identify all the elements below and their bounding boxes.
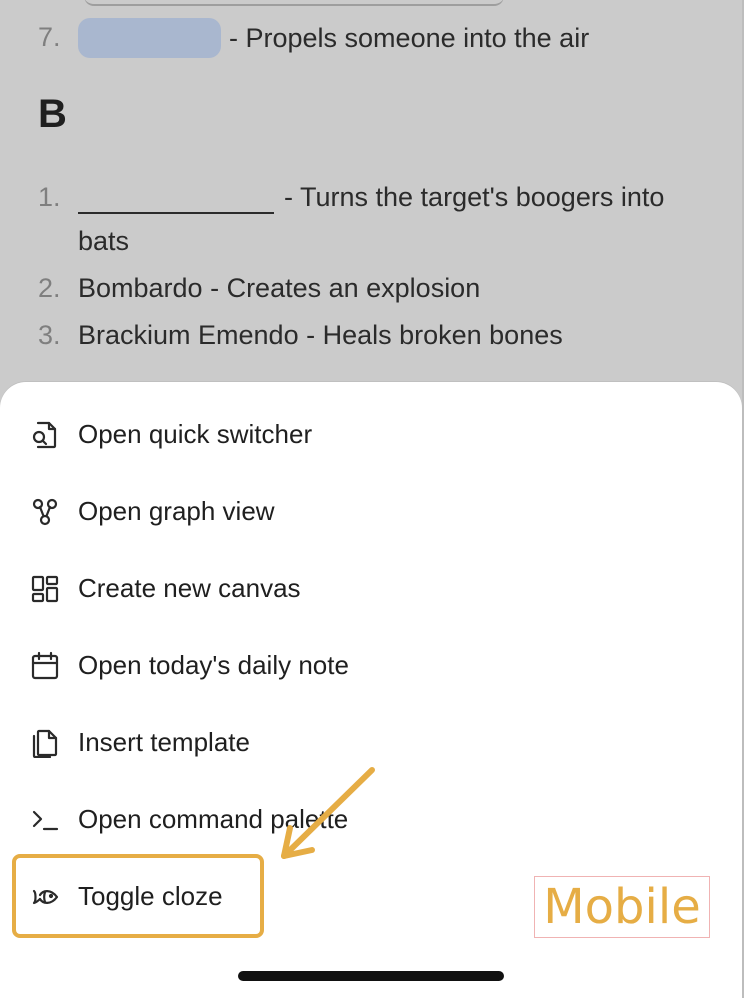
menu-item-label: Open today's daily note: [78, 650, 349, 680]
file-search-icon: [30, 420, 60, 450]
list-item: - Turns the target's boogers into: [78, 180, 664, 214]
list-item-text: Brackium Emendo - Heals broken bones: [78, 320, 563, 350]
highlight-box: [12, 854, 264, 938]
pointer-arrow-icon: [281, 767, 375, 859]
list-item: - Propels someone into the air: [78, 18, 590, 60]
cloze-hidden-pill[interactable]: [78, 18, 221, 58]
graph-icon: [30, 497, 60, 527]
list-item-text: - Turns the target's boogers into: [284, 182, 665, 212]
menu-item-quick-switcher[interactable]: Open quick switcher: [0, 404, 742, 464]
list-number: 2.: [38, 273, 61, 303]
calendar-icon: [30, 651, 60, 681]
list-number: 3.: [38, 320, 61, 350]
list-item-text: - Propels someone into the air: [229, 23, 590, 54]
list-number: 1.: [38, 182, 61, 212]
menu-item-label: Open graph view: [78, 496, 275, 526]
list-number: 7.: [38, 22, 61, 52]
menu-item-label: Create new canvas: [78, 573, 301, 603]
section-heading: B: [38, 92, 67, 136]
mobile-annotation-label: Mobile: [534, 876, 710, 938]
menu-item-daily-note[interactable]: Open today's daily note: [0, 635, 742, 695]
menu-item-graph-view[interactable]: Open graph view: [0, 481, 742, 541]
cut-off-line: [84, 0, 504, 6]
copy-template-icon: [30, 728, 60, 759]
home-indicator[interactable]: [238, 971, 504, 981]
list-item-continuation: bats: [78, 226, 130, 256]
layout-grid-icon: [30, 574, 60, 604]
note-background: 7. - Propels someone into the air B 1. -…: [0, 0, 744, 400]
cloze-blank[interactable]: [78, 182, 274, 214]
menu-item-label: Insert template: [78, 727, 250, 757]
terminal-icon: [30, 805, 60, 835]
menu-item-new-canvas[interactable]: Create new canvas: [0, 558, 742, 618]
list-item-text: Bombardo - Creates an explosion: [78, 273, 481, 303]
menu-item-label: Open quick switcher: [78, 419, 313, 449]
